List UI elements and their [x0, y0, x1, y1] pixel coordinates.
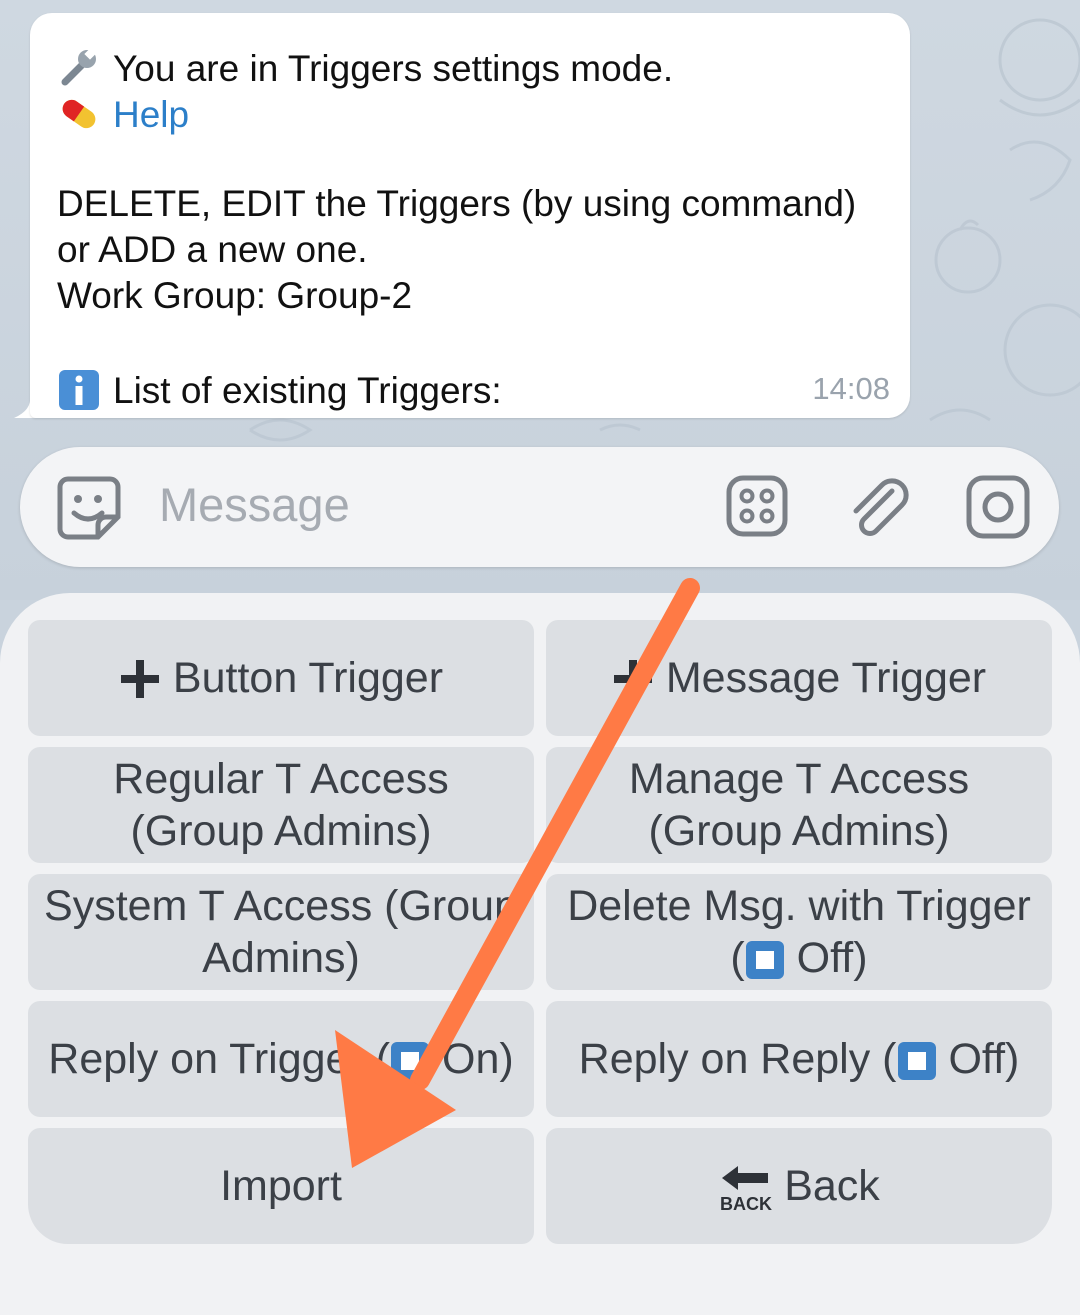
stop-button-icon — [897, 1042, 936, 1080]
stop-button-icon — [745, 941, 784, 979]
message-line-instructions: DELETE, EDIT the Triggers (by using comm… — [57, 183, 857, 224]
list-text: List of existing Triggers: — [113, 370, 502, 411]
message-line-mode: You are in Triggers settings mode. — [57, 46, 673, 90]
delete-msg-label: Delete Msg. with Trigger — [567, 882, 1031, 930]
manage-t-access-label: Manage T Access — [628, 755, 970, 803]
message-time: 14:08 — [812, 371, 890, 406]
info-icon — [59, 370, 99, 410]
system-t-access-sublabel: Admins) — [202, 934, 360, 982]
message-line-help: Help — [57, 92, 189, 136]
back-label: Back — [784, 1162, 880, 1210]
plus-icon — [120, 660, 159, 698]
reply-on-reply-button[interactable]: Reply on Reply ( Off) — [546, 1001, 1052, 1117]
manage-t-access-button[interactable]: Manage T Access (Group Admins) — [546, 747, 1052, 863]
camera-icon[interactable] — [965, 474, 1031, 540]
regular-t-access-button[interactable]: Regular T Access (Group Admins) — [28, 747, 534, 863]
delete-msg-with-trigger-button[interactable]: Delete Msg. with Trigger( Off) — [546, 874, 1052, 990]
button-trigger-label: Button Trigger — [172, 654, 444, 702]
button-trigger-button[interactable]: Button Trigger — [28, 620, 534, 736]
message-line-add: or ADD a new one. — [57, 229, 368, 270]
back-button[interactable]: BACK Back — [546, 1128, 1052, 1244]
reply-on-trigger-label: Reply on Trigger ( — [48, 1035, 391, 1083]
bot-menu-icon[interactable] — [725, 474, 789, 538]
reply-on-reply-label: Reply on Reply ( — [578, 1035, 897, 1083]
regular-t-access-label: Regular T Access — [113, 755, 449, 803]
manage-t-access-sublabel: (Group Admins) — [648, 807, 950, 855]
stop-button-icon — [391, 1042, 430, 1080]
reply-on-trigger-state: On) — [430, 1035, 514, 1083]
message-input-bar: Message — [20, 447, 1059, 567]
import-button[interactable]: Import — [28, 1128, 534, 1244]
delete-msg-state: Off) — [784, 934, 868, 982]
message-line-work-group: Work Group: Group-2 — [57, 275, 413, 316]
plus-icon — [613, 660, 652, 698]
message-line-list: List of existing Triggers: — [57, 368, 502, 412]
back-icon-text: BACK — [720, 1194, 772, 1212]
system-t-access-label: System T Access (Group — [44, 882, 518, 930]
reply-on-reply-state: Off) — [936, 1035, 1020, 1083]
message-trigger-label: Message Trigger — [665, 654, 987, 702]
message-bubble: You are in Triggers settings mode. Help … — [30, 13, 910, 418]
attach-icon[interactable] — [848, 473, 912, 541]
mode-text: You are in Triggers settings mode. — [113, 48, 674, 89]
sticker-icon[interactable] — [56, 475, 122, 541]
help-link[interactable]: Help — [113, 94, 189, 135]
regular-t-access-sublabel: (Group Admins) — [130, 807, 432, 855]
message-trigger-button[interactable]: Message Trigger — [546, 620, 1052, 736]
wrench-icon — [61, 48, 96, 86]
delete-msg-paren: ( — [730, 934, 745, 982]
message-input[interactable]: Message — [159, 477, 350, 532]
back-arrow-icon: BACK — [720, 1166, 772, 1212]
import-label: Import — [220, 1162, 342, 1210]
pill-icon — [62, 99, 96, 129]
reply-on-trigger-button[interactable]: Reply on Trigger ( On) — [28, 1001, 534, 1117]
system-t-access-button[interactable]: System T Access (Group Admins) — [28, 874, 534, 990]
